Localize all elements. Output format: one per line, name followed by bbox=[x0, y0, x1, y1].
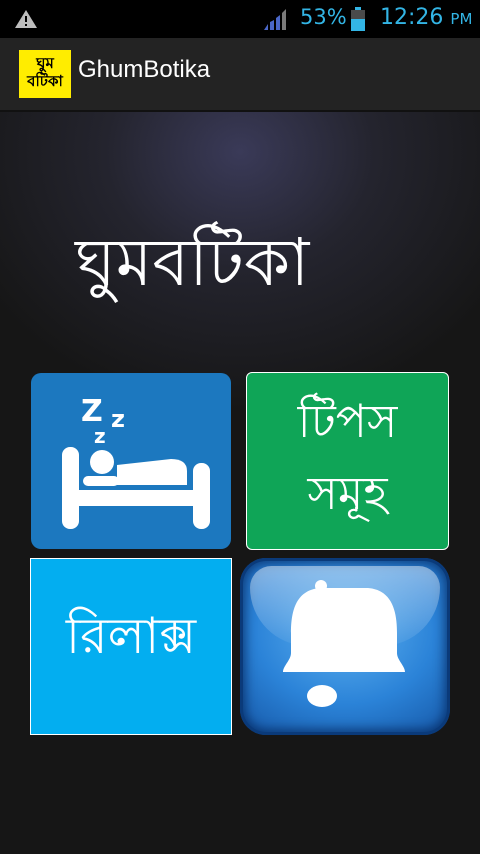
status-bar: 53% 12:26 PM bbox=[0, 0, 480, 38]
zzz-mid: z bbox=[111, 405, 125, 433]
zzz-small: z bbox=[94, 424, 106, 448]
sleep-tile-button[interactable]: Z z z bbox=[31, 373, 231, 549]
warning-icon bbox=[15, 10, 37, 28]
bell-icon bbox=[283, 580, 405, 707]
main-content: ঘুমবটিকা Z z z টিপস সমূহ রিলাক্স bbox=[0, 112, 480, 854]
clock: 12:26 PM bbox=[380, 5, 472, 30]
hero-title: ঘুমবটিকা bbox=[75, 224, 310, 301]
app-title: GhumBotika bbox=[78, 56, 211, 83]
signal-icon bbox=[264, 9, 286, 30]
tips-tile-button[interactable]: টিপস সমূহ bbox=[246, 372, 449, 550]
clock-ampm: PM bbox=[450, 10, 473, 28]
tips-line1: টিপস bbox=[297, 394, 398, 448]
app-logo-line1: ঘুম bbox=[36, 54, 54, 72]
app-logo-line2: বটিকা bbox=[27, 72, 63, 90]
battery-percent: 53% bbox=[300, 5, 347, 29]
alarm-tile-button[interactable] bbox=[240, 558, 450, 735]
sleep-bed-icon: Z z z bbox=[62, 394, 210, 529]
relax-tile-button[interactable]: রিলাক্স bbox=[30, 558, 232, 735]
relax-label: রিলাক্স bbox=[65, 607, 197, 665]
action-bar: ঘুম বটিকা GhumBotika bbox=[0, 38, 480, 112]
tips-line2: সমূহ bbox=[307, 466, 388, 520]
clock-time: 12:26 bbox=[380, 5, 444, 30]
battery-icon bbox=[351, 7, 365, 31]
app-logo-icon[interactable]: ঘুম বটিকা bbox=[19, 50, 71, 98]
